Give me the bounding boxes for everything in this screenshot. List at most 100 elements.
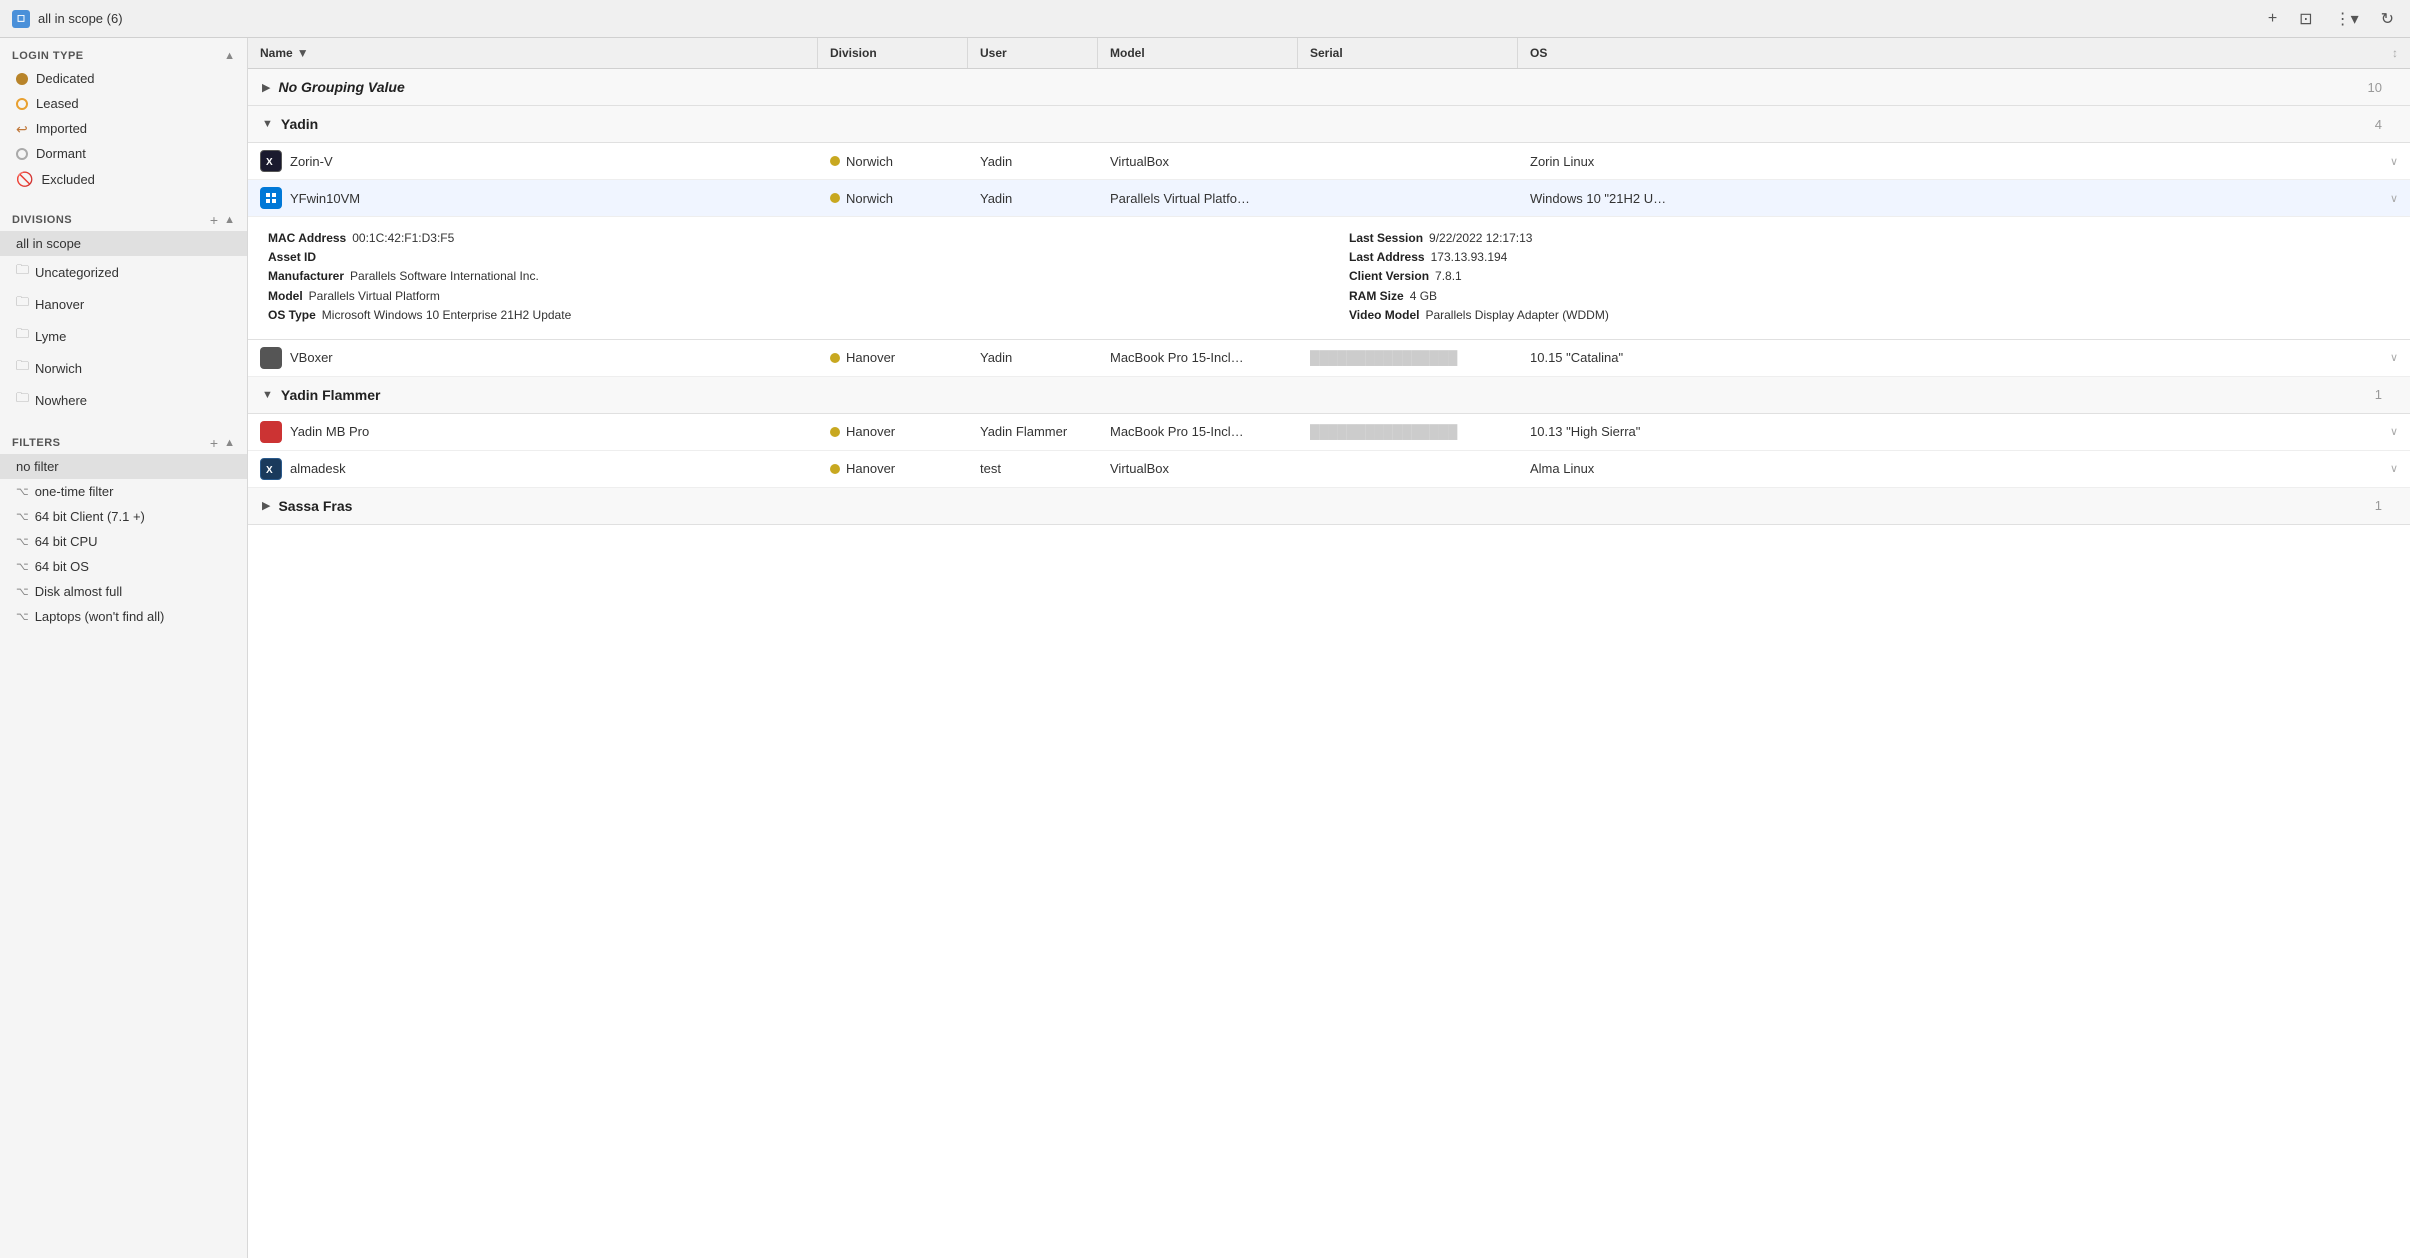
dormant-dot bbox=[16, 148, 28, 160]
col-serial[interactable]: Serial bbox=[1298, 38, 1518, 68]
refresh-button[interactable]: ↻ bbox=[2377, 7, 2398, 31]
cell-serial: ████████████████ bbox=[1298, 343, 1518, 372]
window-title: all in scope (6) bbox=[38, 11, 123, 26]
group-count: 1 bbox=[2375, 387, 2396, 402]
filter-64bit-client[interactable]: ⌥ 64 bit Client (7.1 +) bbox=[0, 504, 247, 529]
filters-add-button[interactable]: + bbox=[210, 436, 218, 450]
svg-text:X: X bbox=[266, 157, 273, 168]
table-row[interactable]: VBoxer Hanover Yadin MacBook Pro 15-Incl… bbox=[248, 340, 2410, 377]
filter-laptops[interactable]: ⌥ Laptops (won't find all) bbox=[0, 604, 247, 629]
detail-label: Asset ID bbox=[268, 248, 316, 267]
excluded-label: Excluded bbox=[41, 172, 94, 187]
app-icon-alma: X bbox=[260, 458, 282, 480]
group-no-grouping[interactable]: ▶ No Grouping Value 10 bbox=[248, 69, 2410, 106]
detail-row: Last Session 9/22/2022 12:17:13 bbox=[1349, 229, 2390, 248]
folder-icon: 🗀 bbox=[16, 261, 29, 283]
login-type-excluded[interactable]: 🚫 Excluded bbox=[0, 166, 247, 193]
group-left: ▶ No Grouping Value bbox=[262, 79, 405, 95]
imported-dot: ↩ bbox=[16, 122, 28, 136]
menu-button[interactable]: ⋮▾ bbox=[2331, 7, 2363, 31]
top-bar: ◻ all in scope (6) + ⊡ ⋮▾ ↻ bbox=[0, 0, 2410, 38]
add-button[interactable]: + bbox=[2264, 8, 2281, 30]
detail-label: MAC Address bbox=[268, 229, 346, 248]
division-nowhere[interactable]: 🗀 Nowhere bbox=[0, 384, 247, 416]
row-expand-icon: ∨ bbox=[2390, 425, 2398, 438]
filters-label: FILTERS bbox=[12, 437, 61, 449]
filter-one-time-label: one-time filter bbox=[35, 484, 114, 499]
filter-64bit-cpu[interactable]: ⌥ 64 bit CPU bbox=[0, 529, 247, 554]
svg-text:X: X bbox=[266, 465, 273, 476]
filter-icon: ⌥ bbox=[16, 535, 29, 548]
col-user[interactable]: User bbox=[968, 38, 1098, 68]
cell-serial bbox=[1298, 462, 1518, 476]
division-lyme[interactable]: 🗀 Lyme bbox=[0, 320, 247, 352]
detail-panel: MAC Address 00:1C:42:F1:D3:F5 Asset ID M… bbox=[248, 217, 2410, 340]
detail-row: Last Address 173.13.93.194 bbox=[1349, 248, 2390, 267]
table-row[interactable]: Yadin MB Pro Hanover Yadin Flammer MacBo… bbox=[248, 414, 2410, 451]
expand-icon: ▶ bbox=[262, 81, 270, 94]
divisions-label: DIVISIONS bbox=[12, 214, 72, 226]
cell-os: Windows 10 "21H2 U… ∨ bbox=[1518, 184, 2410, 213]
detail-label: Manufacturer bbox=[268, 267, 344, 286]
folder-icon: 🗀 bbox=[16, 389, 29, 411]
detail-value: 4 GB bbox=[1410, 287, 1437, 306]
panel-toggle-button[interactable]: ⊡ bbox=[2295, 7, 2316, 31]
filter-disk-full[interactable]: ⌥ Disk almost full bbox=[0, 579, 247, 604]
detail-value: Parallels Software International Inc. bbox=[350, 267, 539, 286]
detail-value: 9/22/2022 12:17:13 bbox=[1429, 229, 1532, 248]
division-hanover[interactable]: 🗀 Hanover bbox=[0, 288, 247, 320]
division-uncategorized[interactable]: 🗀 Uncategorized bbox=[0, 256, 247, 288]
group-yadin-flammer[interactable]: ▼ Yadin Flammer 1 bbox=[248, 377, 2410, 414]
cell-division: Norwich bbox=[818, 147, 968, 176]
detail-row: RAM Size 4 GB bbox=[1349, 287, 2390, 306]
divisions-add-button[interactable]: + bbox=[210, 213, 218, 227]
login-type-dedicated[interactable]: Dedicated bbox=[0, 66, 247, 91]
cell-model: VirtualBox bbox=[1098, 454, 1298, 483]
detail-label: Model bbox=[268, 287, 303, 306]
detail-value: Parallels Virtual Platform bbox=[309, 287, 440, 306]
filters-collapse[interactable]: ▲ bbox=[224, 437, 235, 449]
group-sassa-fras[interactable]: ▶ Sassa Fras 1 bbox=[248, 488, 2410, 525]
detail-row: Asset ID bbox=[268, 248, 1309, 267]
login-type-leased[interactable]: Leased bbox=[0, 91, 247, 116]
filters-section: FILTERS + ▲ no filter ⌥ one-time filter … bbox=[0, 424, 247, 637]
excluded-dot: 🚫 bbox=[16, 171, 33, 188]
cell-division: Hanover bbox=[818, 454, 968, 483]
table-row[interactable]: X Zorin-V Norwich Yadin VirtualBox Zorin… bbox=[248, 143, 2410, 180]
col-model[interactable]: Model bbox=[1098, 38, 1298, 68]
division-all-in-scope[interactable]: all in scope bbox=[0, 231, 247, 256]
filter-icon: ⌥ bbox=[16, 610, 29, 623]
app-icon: ◻ bbox=[12, 10, 30, 28]
group-yadin[interactable]: ▼ Yadin 4 bbox=[248, 106, 2410, 143]
row-expand-icon: ∨ bbox=[2390, 351, 2398, 364]
col-division[interactable]: Division bbox=[818, 38, 968, 68]
col-name[interactable]: Name ▼ bbox=[248, 38, 818, 68]
filter-icon: ⌥ bbox=[16, 560, 29, 573]
table-row[interactable]: X almadesk Hanover test VirtualBox Alma … bbox=[248, 451, 2410, 488]
divisions-collapse[interactable]: ▲ bbox=[224, 214, 235, 226]
detail-row: OS Type Microsoft Windows 10 Enterprise … bbox=[268, 306, 1309, 325]
filter-no-filter[interactable]: no filter bbox=[0, 454, 247, 479]
cell-model: Parallels Virtual Platfo… bbox=[1098, 184, 1298, 213]
group-left: ▼ Yadin Flammer bbox=[262, 387, 380, 403]
col-os[interactable]: OS ↕ bbox=[1518, 38, 2410, 68]
divisions-actions: + ▲ bbox=[210, 213, 235, 227]
division-all-label: all in scope bbox=[16, 236, 81, 251]
detail-row: Client Version 7.8.1 bbox=[1349, 267, 2390, 286]
filter-64bit-os[interactable]: ⌥ 64 bit OS bbox=[0, 554, 247, 579]
filter-64bit-cpu-label: 64 bit CPU bbox=[35, 534, 98, 549]
leased-dot bbox=[16, 98, 28, 110]
division-norwich[interactable]: 🗀 Norwich bbox=[0, 352, 247, 384]
filter-one-time[interactable]: ⌥ one-time filter bbox=[0, 479, 247, 504]
group-count: 4 bbox=[2375, 117, 2396, 132]
folder-icon: 🗀 bbox=[16, 293, 29, 315]
login-type-imported[interactable]: ↩ Imported bbox=[0, 116, 247, 141]
filters-actions: + ▲ bbox=[210, 436, 235, 450]
group-name: Yadin Flammer bbox=[281, 387, 381, 403]
table-row[interactable]: YFwin10VM Norwich Yadin Parallels Virtua… bbox=[248, 180, 2410, 217]
divisions-section: DIVISIONS + ▲ all in scope 🗀 Uncategoriz… bbox=[0, 201, 247, 424]
cell-name: Yadin MB Pro bbox=[248, 414, 818, 450]
login-type-dormant[interactable]: Dormant bbox=[0, 141, 247, 166]
filter-icon: ⌥ bbox=[16, 510, 29, 523]
login-type-collapse[interactable]: ▲ bbox=[224, 50, 235, 62]
